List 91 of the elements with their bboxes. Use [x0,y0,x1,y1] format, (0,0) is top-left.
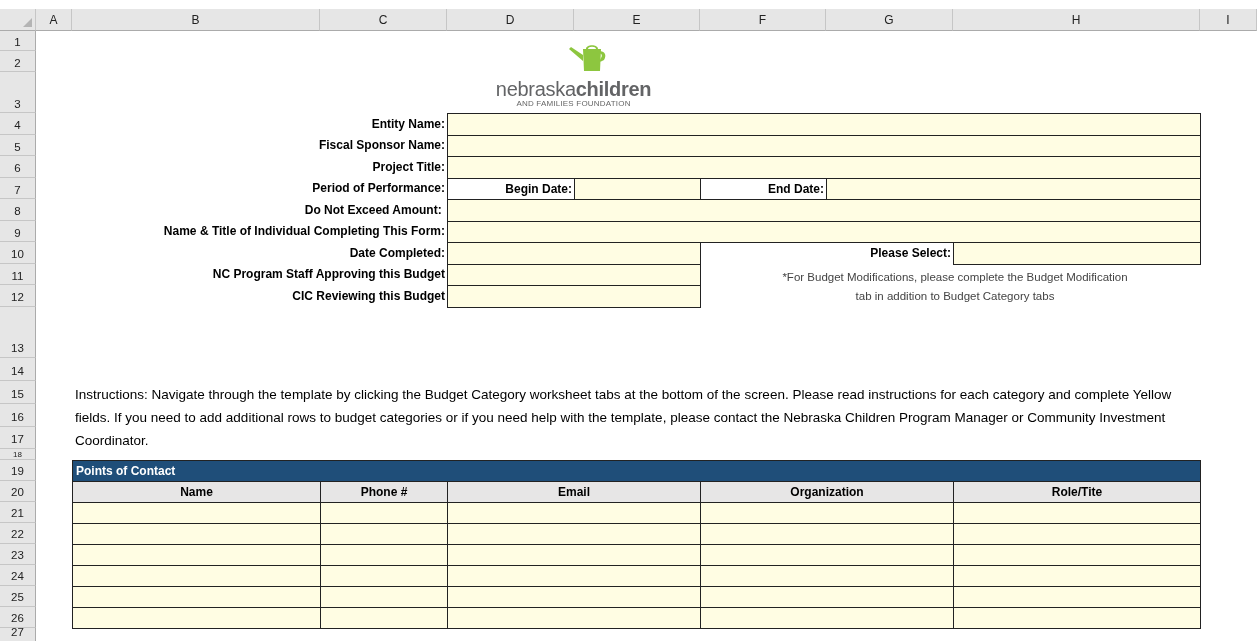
input-field[interactable] [320,543,448,566]
row-header[interactable]: 23 [0,543,36,565]
field-label: NC Program Staff Approving this Budget [211,266,446,284]
input-field[interactable] [953,606,1201,629]
row-header[interactable]: 11 [0,263,36,285]
column-header[interactable]: D [447,9,574,31]
row-header[interactable]: 12 [0,285,36,307]
input-field[interactable] [320,564,448,587]
input-field[interactable] [72,564,321,587]
row-header[interactable]: 25 [0,585,36,607]
row-header[interactable]: 9 [0,220,36,242]
field-label: Name & Title of Individual Completing This Form: [162,223,446,241]
row-header[interactable]: 19 [0,459,36,481]
field-label: Please Select: [869,244,952,262]
input-field[interactable] [447,285,701,308]
input-field[interactable] [447,543,701,566]
field-label: Project Title: [371,158,446,176]
row-header[interactable]: 5 [0,134,36,156]
row-header[interactable]: 20 [0,480,36,502]
field-label: Do Not Exceed Amount: [303,201,443,219]
column-header[interactable]: B [72,9,320,31]
column-header[interactable]: C [320,9,447,31]
row-header[interactable]: 21 [0,501,36,523]
input-field[interactable] [320,585,448,608]
input-field[interactable] [700,543,954,566]
row-header[interactable]: 7 [0,177,36,199]
row-header[interactable]: 24 [0,564,36,586]
input-field[interactable] [72,543,321,566]
input-field[interactable] [700,501,954,524]
input-field[interactable] [320,522,448,545]
table-heading: Phone # [320,480,448,503]
row-header[interactable]: 22 [0,522,36,544]
column-header[interactable]: A [36,9,72,31]
input-field[interactable] [700,585,954,608]
field-label: Period of Performance: [311,180,446,198]
input-field[interactable] [447,522,701,545]
input-field[interactable] [72,522,321,545]
note-text: *For Budget Modifications, please complete the Budget Modification tab in addition to Budget Category tabs [781,269,1129,304]
input-field[interactable] [700,522,954,545]
row-header[interactable]: 3 [0,72,36,113]
table-title: Points of Contact [72,459,1201,482]
table-heading: Organization [700,480,954,503]
row-header[interactable]: 10 [0,242,36,264]
row-header[interactable]: 8 [0,199,36,221]
input-field[interactable] [447,501,701,524]
column-header[interactable]: G [826,9,953,31]
field-label: Entity Name: [370,115,446,133]
row-header[interactable]: 17 [0,426,36,449]
input-field[interactable] [953,543,1201,566]
field-label: CIC Reviewing this Budget [291,287,446,305]
row-header[interactable]: 16 [0,403,36,427]
input-field[interactable] [447,242,701,265]
field-label: Date Completed: [348,244,446,262]
input-field[interactable] [953,564,1201,587]
logo-tagline: AND FAMILIES FOUNDATION [516,100,631,108]
table-heading: Name [72,480,321,503]
input-field[interactable] [447,156,1201,179]
row-header[interactable]: 14 [0,357,36,381]
table-heading: Role/Tite [953,480,1201,503]
row-header[interactable]: 4 [0,113,36,135]
input-field[interactable] [700,606,954,629]
instructions-text: Instructions: Navigate through the template by clicking the Budget Category worksheet tabs at the bottom of the screen. Please read instructions for each category and complete Yellow fields. If you need to add additional rows to budget categories or if you need help with the template, please contact the Nebraska Children Program Manager or Community Investment Coordinator. [74,385,1173,450]
column-header[interactable]: H [953,9,1200,31]
row-header[interactable]: 26 [0,606,36,628]
row-header[interactable]: 1 [0,31,36,51]
input-field[interactable] [72,501,321,524]
input-field[interactable] [320,606,448,629]
row-header[interactable]: 18 [0,448,36,460]
logo-wordmark: nebraskachildren [495,79,652,99]
input-field[interactable] [447,564,701,587]
input-field[interactable] [72,606,321,629]
field-label: Fiscal Sponsor Name: [317,137,446,155]
dropdown-field[interactable] [953,242,1201,265]
column-header[interactable]: E [574,9,700,31]
column-header[interactable]: F [700,9,826,31]
input-field[interactable] [447,199,1201,222]
row-header[interactable]: 13 [0,306,36,358]
input-field[interactable] [447,585,701,608]
row-header[interactable]: 2 [0,51,36,72]
input-field[interactable] [320,501,448,524]
row-header[interactable]: 15 [0,380,36,404]
column-header[interactable]: I [1200,9,1257,31]
row-header[interactable]: 6 [0,156,36,178]
input-field[interactable] [447,113,1201,136]
input-field[interactable] [953,522,1201,545]
input-field[interactable] [953,501,1201,524]
input-field[interactable] [700,564,954,587]
input-field[interactable] [953,585,1201,608]
table-heading: Email [447,480,701,503]
input-field[interactable] [447,606,701,629]
input-field[interactable] [72,585,321,608]
